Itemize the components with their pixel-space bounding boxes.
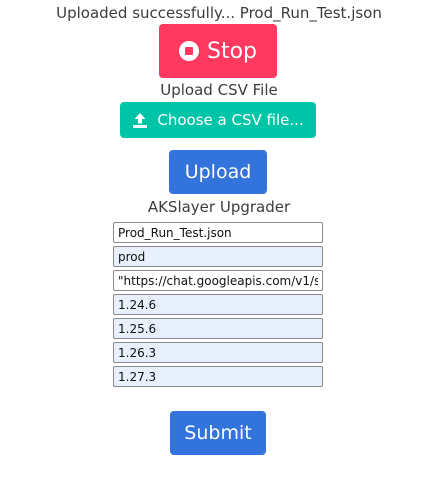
webhook-url-field[interactable] — [113, 270, 323, 291]
submit-button[interactable]: Submit — [170, 411, 266, 455]
version-field-3[interactable] — [113, 342, 323, 363]
upload-icon — [132, 112, 148, 129]
version-field-2[interactable] — [113, 318, 323, 339]
stop-circle-icon — [178, 41, 199, 61]
environment-field[interactable] — [113, 246, 323, 267]
stop-button[interactable]: Stop — [159, 24, 277, 78]
version-field-1[interactable] — [113, 294, 323, 315]
version-field-4[interactable] — [113, 366, 323, 387]
upload-button[interactable]: Upload — [169, 150, 267, 194]
filename-field[interactable] — [113, 222, 323, 243]
upgrader-title: AKSlayer Upgrader — [147, 198, 291, 216]
choose-csv-file-button[interactable]: Choose a CSV file... — [120, 102, 316, 138]
stop-button-label: Stop — [206, 38, 257, 64]
upload-csv-heading: Upload CSV File — [160, 81, 278, 99]
choose-csv-file-label: Choose a CSV file... — [157, 111, 304, 129]
upload-status-message: Uploaded successfully... Prod_Run_Test.j… — [56, 4, 382, 22]
